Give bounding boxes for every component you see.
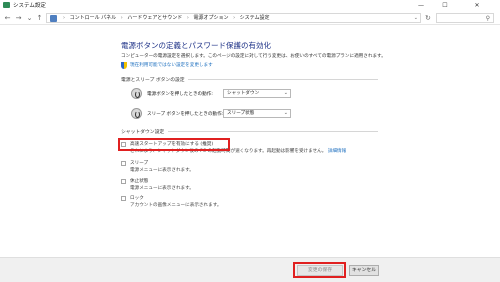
breadcrumb-item-hardware-sound[interactable]: ハードウェアとサウンド <box>127 15 182 21</box>
power-button-icon <box>131 88 142 99</box>
fast-startup-highlight <box>118 138 230 151</box>
lock-description: アカウントの画像メニューに表示されます。 <box>130 203 222 208</box>
sleep-button-action-select[interactable]: スリープ状態 ⌄ <box>223 109 291 118</box>
page-title: 電源ボタンの定義とパスワード保護の有効化 <box>121 41 271 50</box>
lock-label[interactable]: ロック <box>130 195 144 202</box>
breadcrumb-separator: › <box>186 15 189 21</box>
breadcrumb-separator: › <box>120 15 123 21</box>
breadcrumb-item-control-panel[interactable]: コントロール パネル <box>70 15 117 21</box>
sleep-button-icon <box>131 108 142 119</box>
minimize-button[interactable]: — <box>410 0 432 11</box>
maximize-button[interactable]: ☐ <box>434 0 456 11</box>
breadcrumb-separator: › <box>233 15 236 21</box>
back-arrow-icon[interactable]: ← <box>3 13 12 23</box>
page-description: コンピューターの電源設定を選択します。このページの設定に対して行う変更は、お使い… <box>121 54 386 59</box>
section-divider <box>168 131 378 132</box>
save-button-highlight <box>293 262 346 278</box>
refresh-icon[interactable]: ↻ <box>425 13 431 23</box>
breadcrumb-separator: › <box>63 15 65 21</box>
hibernate-description: 電源メニューに表示されます。 <box>130 186 194 191</box>
shutdown-section-title: シャットダウン設定 <box>121 130 165 135</box>
power-section-title: 電源とスリープ ボタンの設定 <box>121 78 185 83</box>
address-bar[interactable]: › コントロール パネル › ハードウェアとサウンド › 電源オプション › シ… <box>46 13 421 23</box>
chevron-down-icon: ⌄ <box>283 110 288 116</box>
breadcrumb-item-power-options[interactable]: 電源オプション <box>193 15 228 21</box>
cancel-button[interactable]: キャンセル <box>349 265 379 276</box>
search-icon: ⚲ <box>485 15 490 22</box>
section-divider <box>188 79 378 80</box>
navigation-bar: ← → ⌄ ↑ › コントロール パネル › ハードウェアとサウンド › 電源オ… <box>0 11 500 25</box>
hibernate-label[interactable]: 休止状態 <box>130 178 148 185</box>
close-button[interactable]: ✕ <box>466 0 488 11</box>
up-arrow-icon[interactable]: ↑ <box>35 13 44 23</box>
control-panel-icon <box>50 15 57 22</box>
more-info-link[interactable]: 詳細情報 <box>328 149 346 154</box>
footer-bar: 変更の保存 キャンセル <box>0 257 500 282</box>
control-panel-app-icon <box>3 2 10 8</box>
power-button-action-select[interactable]: シャットダウン ⌄ <box>223 89 291 98</box>
sleep-button-label: スリープ ボタンを押したときの動作: <box>147 112 224 117</box>
power-button-label: 電源ボタンを押したときの動作: <box>147 92 213 97</box>
change-unavailable-settings-label[interactable]: 現在利用可能ではない設定を変更します <box>130 62 213 69</box>
sleep-description: 電源メニューに表示されます。 <box>130 168 194 173</box>
admin-shield-icon <box>121 62 127 69</box>
title-bar: システム設定 — ☐ ✕ <box>0 0 500 11</box>
recent-locations-chevron-icon[interactable]: ⌄ <box>25 13 34 23</box>
address-dropdown-icon[interactable]: ⌄ <box>414 14 418 22</box>
power-button-action-value: シャットダウン <box>227 91 260 96</box>
breadcrumb: › コントロール パネル › ハードウェアとサウンド › 電源オプション › シ… <box>60 15 270 22</box>
window-title: システム設定 <box>13 3 46 9</box>
lock-checkbox[interactable] <box>121 196 126 201</box>
hibernate-checkbox[interactable] <box>121 179 126 184</box>
forward-arrow-icon[interactable]: → <box>14 13 23 23</box>
breadcrumb-item-system-settings[interactable]: システム設定 <box>240 15 270 21</box>
search-input[interactable]: ⚲ <box>436 13 494 23</box>
sleep-button-action-value: スリープ状態 <box>227 111 255 116</box>
chevron-down-icon: ⌄ <box>283 90 288 96</box>
sleep-checkbox[interactable] <box>121 161 126 166</box>
sleep-label[interactable]: スリープ <box>130 160 148 167</box>
